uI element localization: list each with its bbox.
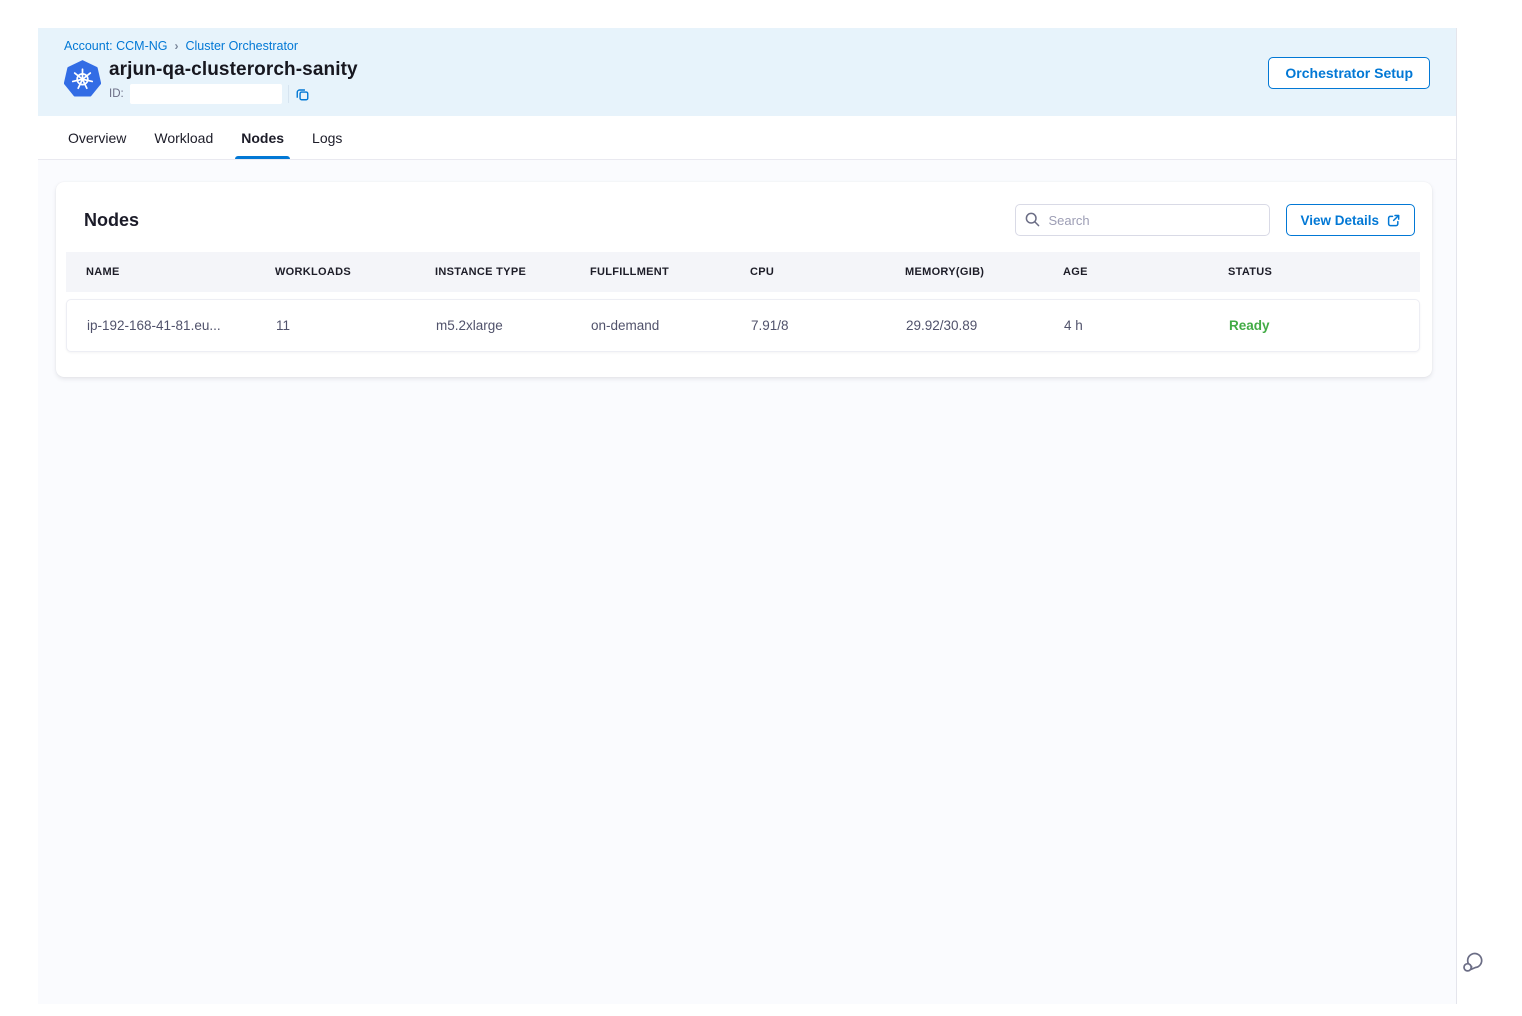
- column-header-age: AGE: [1063, 266, 1228, 278]
- cell-cpu: 7.91/8: [751, 318, 906, 333]
- orchestrator-setup-button[interactable]: Orchestrator Setup: [1268, 57, 1430, 89]
- cell-age: 4 h: [1064, 318, 1229, 333]
- cluster-id-value: [130, 84, 282, 104]
- column-header-name: NAME: [66, 266, 275, 278]
- cell-node-name: ip-192-168-41-81.eu...: [67, 318, 276, 333]
- cell-memory: 29.92/30.89: [906, 318, 1064, 333]
- breadcrumb-account-link[interactable]: Account: CCM-NG: [64, 39, 168, 53]
- nodes-card-header: Nodes View Details: [56, 182, 1432, 252]
- tab-workload[interactable]: Workload: [154, 116, 213, 159]
- tab-bar: Overview Workload Nodes Logs: [38, 116, 1456, 160]
- nodes-card-title: Nodes: [84, 210, 139, 231]
- search-input[interactable]: [1015, 204, 1270, 236]
- table-row[interactable]: ip-192-168-41-81.eu... 11 m5.2xlarge on-…: [66, 299, 1420, 352]
- view-details-button[interactable]: View Details: [1286, 204, 1415, 236]
- main-panel: Account: CCM-NG › Cluster Orchestrator: [38, 28, 1457, 1004]
- tab-logs[interactable]: Logs: [312, 116, 342, 159]
- card-header-actions: View Details: [1015, 204, 1415, 236]
- cell-instance-type: m5.2xlarge: [436, 318, 591, 333]
- cluster-header: Account: CCM-NG › Cluster Orchestrator: [38, 28, 1456, 116]
- chat-launcher-icon[interactable]: [1459, 948, 1487, 976]
- external-link-icon: [1386, 213, 1401, 228]
- search-box: [1015, 204, 1270, 236]
- content-area: Nodes View Details: [38, 160, 1456, 1004]
- nodes-card: Nodes View Details: [56, 182, 1432, 377]
- kubernetes-icon: [64, 60, 101, 97]
- view-details-label: View Details: [1300, 213, 1379, 228]
- nodes-table: NAME WORKLOADS INSTANCE TYPE FULFILLMENT…: [56, 252, 1432, 352]
- title-block: arjun-qa-clusterorch-sanity ID:: [109, 59, 358, 104]
- search-icon: [1024, 211, 1041, 228]
- breadcrumb-separator-icon: ›: [175, 39, 179, 53]
- cell-fulfillment: on-demand: [591, 318, 751, 333]
- copy-id-icon[interactable]: [288, 85, 312, 103]
- breadcrumb-cluster-orchestrator-link[interactable]: Cluster Orchestrator: [186, 39, 299, 53]
- column-header-cpu: CPU: [750, 266, 905, 278]
- tab-overview[interactable]: Overview: [68, 116, 126, 159]
- cell-workloads: 11: [276, 318, 436, 333]
- tab-nodes[interactable]: Nodes: [241, 116, 284, 159]
- cell-status: Ready: [1229, 318, 1419, 333]
- column-header-fulfillment: FULFILLMENT: [590, 266, 750, 278]
- cluster-id-row: ID:: [109, 84, 358, 104]
- column-header-memory: MEMORY(GIB): [905, 266, 1063, 278]
- column-header-instance-type: INSTANCE TYPE: [435, 266, 590, 278]
- cluster-title: arjun-qa-clusterorch-sanity: [109, 59, 358, 81]
- column-header-status: STATUS: [1228, 266, 1420, 278]
- cluster-id-label: ID:: [109, 88, 124, 100]
- breadcrumb: Account: CCM-NG › Cluster Orchestrator: [64, 39, 1430, 53]
- column-header-workloads: WORKLOADS: [275, 266, 435, 278]
- table-header-row: NAME WORKLOADS INSTANCE TYPE FULFILLMENT…: [66, 252, 1420, 292]
- title-row: arjun-qa-clusterorch-sanity ID:: [64, 59, 1430, 104]
